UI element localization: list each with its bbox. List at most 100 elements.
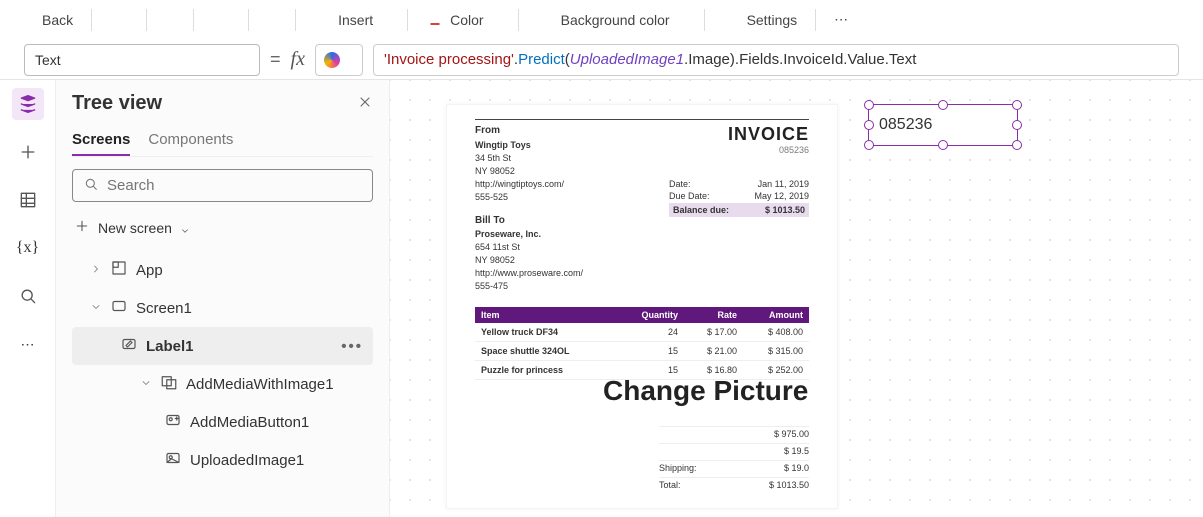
separator — [248, 9, 249, 31]
property-label: Text — [35, 52, 61, 68]
due-label: Due Date: — [669, 191, 710, 201]
canvas[interactable]: From Wingtip Toys 34 5th St NY 98052 htt… — [390, 80, 1203, 517]
date-value: Jan 11, 2019 — [758, 179, 809, 189]
insert-button[interactable]: Insert — [306, 5, 397, 34]
separator — [407, 9, 408, 31]
formula-input[interactable]: 'Invoice processing'.Predict(UploadedIma… — [373, 44, 1179, 76]
table-row: Space shuttle 324OL15$ 21.00$ 315.00 — [475, 342, 809, 361]
undo-button[interactable] — [102, 5, 136, 34]
chevron-down-icon — [90, 300, 102, 317]
separator — [91, 9, 92, 31]
tab-components[interactable]: Components — [148, 125, 233, 156]
plus-icon — [314, 9, 332, 30]
paste-button[interactable] — [204, 5, 238, 34]
more-button[interactable]: ⋯ — [826, 7, 856, 32]
tree-search[interactable] — [72, 169, 373, 202]
tree-node-label: AddMediaButton1 — [190, 414, 309, 431]
invoice-table: Item Quantity Rate Amount Yellow truck D… — [475, 307, 809, 380]
tree-node-addmediabutton[interactable]: AddMediaButton1 — [72, 403, 373, 441]
rail-treeview-button[interactable] — [12, 88, 44, 120]
tree-node-label: AddMediaWithImage1 — [186, 376, 334, 393]
rail-insert-button[interactable] — [12, 136, 44, 168]
tree-node-screen1[interactable]: Screen1 — [72, 289, 373, 327]
rail-search-button[interactable] — [12, 280, 44, 312]
selected-label-control[interactable]: 085236 — [868, 104, 1018, 146]
row-more-button[interactable]: ••• — [341, 338, 369, 355]
balance-label: Balance due: — [673, 205, 729, 215]
resize-handle[interactable] — [1012, 120, 1022, 130]
subtotal-value: $ 975.00 — [774, 429, 809, 439]
invoice-document[interactable]: From Wingtip Toys 34 5th St NY 98052 htt… — [446, 104, 838, 509]
resize-handle[interactable] — [938, 100, 948, 110]
add-media-icon — [164, 411, 182, 433]
top-toolbar: Back Insert Color Background color Setti… — [0, 0, 1203, 40]
color-button[interactable]: Color — [418, 5, 507, 34]
settings-button[interactable]: Settings — [715, 5, 806, 34]
th-amount: Amount — [743, 307, 809, 323]
plus-icon — [74, 218, 90, 237]
settings-label: Settings — [747, 12, 798, 28]
tree-node-addmediawithimage[interactable]: AddMediaWithImage1 — [72, 365, 373, 403]
separator — [518, 9, 519, 31]
chevron-right-icon — [90, 262, 102, 279]
formula-token: .Fields.InvoiceId.Value.Text — [735, 51, 916, 68]
formula-token: .Image — [684, 51, 730, 68]
total-label: Total: — [659, 480, 681, 490]
font-color-icon — [426, 9, 444, 30]
tree-node-label: UploadedImage1 — [190, 452, 304, 469]
resize-handle[interactable] — [864, 100, 874, 110]
chevron-down-icon — [140, 376, 152, 393]
from-url: http://wingtiptoys.com/ — [475, 178, 669, 191]
formula-token: UploadedImage1 — [570, 51, 684, 68]
label-icon — [120, 335, 138, 357]
from-addr1: 34 5th St — [475, 152, 669, 165]
separator — [193, 9, 194, 31]
property-dropdown[interactable]: Text — [24, 44, 260, 76]
undo-dropdown[interactable] — [157, 11, 183, 29]
close-panel-button[interactable] — [357, 94, 373, 113]
app-icon — [110, 259, 128, 281]
formula-token: 'Invoice processing' — [384, 51, 514, 68]
th-qty: Quantity — [616, 307, 684, 323]
rail-more-button[interactable]: ⋯ — [12, 328, 44, 360]
back-button[interactable]: Back — [10, 5, 81, 34]
tab-screens[interactable]: Screens — [72, 125, 130, 156]
resize-handle[interactable] — [1012, 140, 1022, 150]
tree-tabs: Screens Components — [72, 125, 373, 157]
resize-handle[interactable] — [1012, 100, 1022, 110]
formula-token: Predict — [518, 51, 565, 68]
chevron-down-icon — [239, 55, 249, 65]
media-group-icon — [160, 373, 178, 395]
new-screen-button[interactable]: New screen — [72, 214, 373, 241]
rail-variables-button[interactable]: {x} — [12, 232, 44, 264]
gear-icon — [723, 9, 741, 30]
tree-node-app[interactable]: App — [72, 251, 373, 289]
screen-icon — [110, 297, 128, 319]
image-icon — [164, 449, 182, 471]
resize-handle[interactable] — [864, 120, 874, 130]
tree-search-input[interactable] — [107, 177, 362, 194]
bgcolor-button[interactable]: Background color — [529, 5, 694, 34]
tax-value: $ 19.5 — [784, 446, 809, 456]
from-title: From — [475, 124, 669, 139]
separator — [295, 9, 296, 31]
copilot-button[interactable] — [315, 44, 363, 76]
th-item: Item — [475, 307, 616, 323]
resize-handle[interactable] — [938, 140, 948, 150]
resize-handle[interactable] — [864, 140, 874, 150]
chevron-down-icon — [490, 15, 500, 25]
chevron-down-icon — [267, 15, 277, 25]
paste-dropdown[interactable] — [259, 11, 285, 29]
tree-view-title: Tree view — [72, 92, 162, 115]
tree-node-uploadedimage[interactable]: UploadedImage1 — [72, 441, 373, 479]
left-rail: {x} ⋯ — [0, 80, 56, 517]
tree-list: App Screen1 Label1 ••• AddMediaWithImage… — [72, 251, 373, 479]
chevron-down-icon — [180, 223, 190, 233]
tree-node-label1[interactable]: Label1 ••• — [72, 327, 373, 365]
change-picture-overlay[interactable]: Change Picture — [603, 375, 808, 407]
total-value: $ 1013.50 — [769, 480, 809, 490]
rail-data-button[interactable] — [12, 184, 44, 216]
separator — [704, 9, 705, 31]
chevron-down-icon — [165, 15, 175, 25]
invoice-totals: $ 975.00 $ 19.5 Shipping:$ 19.0 Total:$ … — [659, 426, 809, 490]
